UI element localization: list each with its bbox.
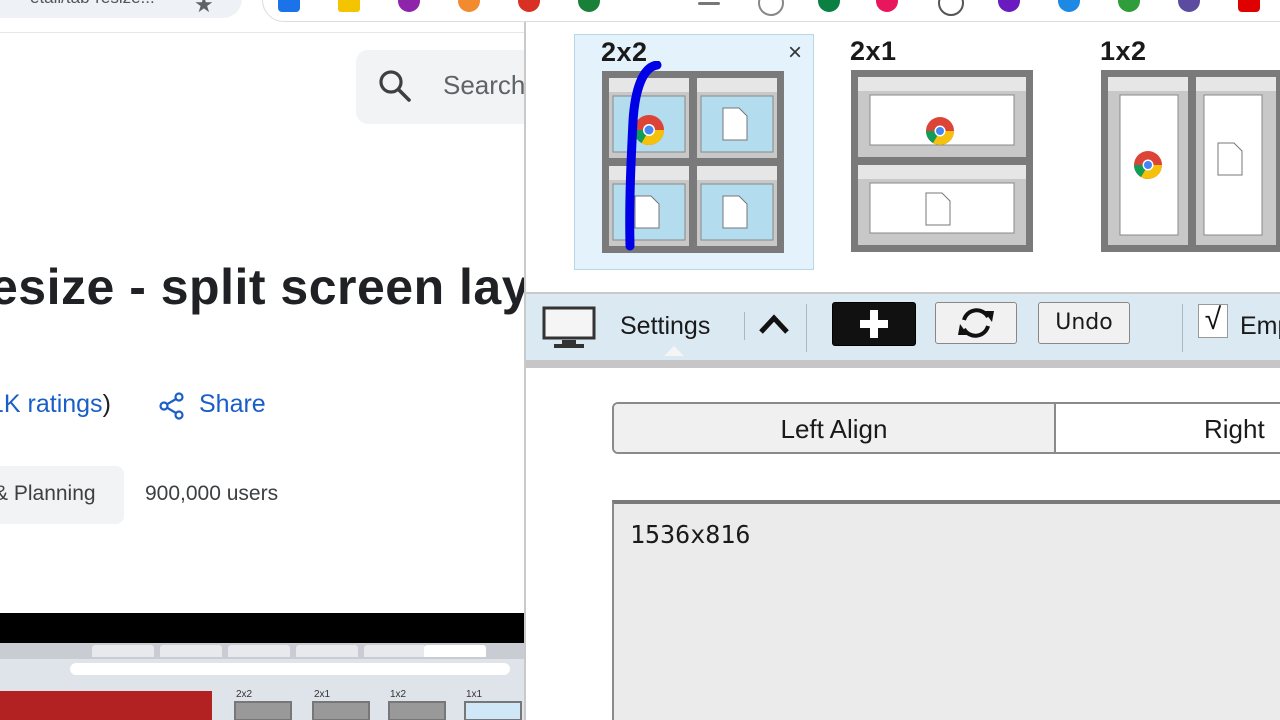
users-count: 900,000 users (145, 482, 279, 505)
layout-option-2x1[interactable]: 2x1 (824, 34, 1064, 270)
video-layout-tile (464, 701, 522, 720)
video-layout-tile (234, 701, 292, 720)
video-tab (364, 645, 426, 657)
video-tab (424, 645, 486, 657)
chrome-logo-icon (926, 117, 954, 145)
layout-label: 1x2 (1100, 36, 1147, 66)
share-icon[interactable] (158, 392, 186, 420)
empty-checkbox-label[interactable]: Emp (1240, 312, 1280, 341)
video-layout-label: 1x1 (466, 689, 483, 700)
video-tab (92, 645, 154, 657)
video-layout-label: 2x1 (314, 689, 331, 700)
divider (0, 32, 524, 33)
add-layout-button[interactable] (832, 302, 916, 346)
video-addressbar (70, 663, 510, 675)
video-frame: 2x2 2x1 1x2 1x1 (0, 643, 524, 720)
divider (806, 304, 807, 352)
refresh-icon (958, 308, 994, 338)
layout-label: 2x1 (850, 36, 897, 66)
layout-2x2-icon (602, 71, 784, 253)
extension-title: esize - split screen lay (0, 259, 531, 315)
video-tabstrip (0, 643, 524, 659)
search-icon[interactable] (378, 69, 412, 103)
refresh-button[interactable] (935, 302, 1017, 344)
empty-checkbox[interactable]: √ (1198, 304, 1228, 338)
extension-icon[interactable] (1238, 0, 1260, 12)
ratings-link[interactable]: 1K ratings) (0, 390, 111, 419)
popup-toolbar: Settings Undo √ Emp (526, 292, 1280, 362)
undo-button[interactable]: Undo (1038, 302, 1130, 344)
left-align-button[interactable]: Left Align (614, 404, 1056, 452)
video-tab (228, 645, 290, 657)
layout-option-2x2[interactable]: 2x2 × (574, 34, 814, 270)
search-input[interactable]: Search (443, 70, 525, 101)
left-align-label: Left Align (780, 414, 888, 444)
alignment-toggle: Left Align Right (612, 402, 1280, 454)
extension-icon[interactable] (278, 0, 300, 12)
layout-1x2-icon (1101, 70, 1280, 252)
chevron-up-icon[interactable] (758, 312, 790, 336)
plus-icon (860, 310, 888, 338)
extension-icon[interactable] (338, 0, 360, 12)
browser-toolbar: etail/tab-resize... ★ (0, 0, 1280, 22)
settings-button[interactable]: Settings (620, 312, 710, 341)
extension-icon[interactable] (698, 2, 720, 5)
video-tab (160, 645, 222, 657)
monitor-icon[interactable] (542, 306, 596, 350)
ratings-count[interactable]: 1K ratings (0, 390, 103, 418)
divider (744, 312, 745, 340)
chrome-logo-icon (1134, 151, 1162, 179)
chrome-logo-icon (634, 115, 664, 146)
layout-label: 2x2 (601, 37, 648, 67)
video-layout-tile (388, 701, 446, 720)
resolution-display: 1536x816 (612, 500, 1280, 720)
close-icon[interactable]: × (783, 41, 807, 65)
video-banner (0, 691, 212, 720)
right-align-button[interactable]: Right (1204, 414, 1265, 445)
video-layout-tile (312, 701, 370, 720)
divider (1182, 304, 1183, 352)
settings-pointer (664, 346, 684, 356)
toolbar-shadow (526, 360, 1280, 368)
tab-resize-popup: 2x2 × 2x1 1x2 Settings Undo √ Em Left Al… (524, 22, 1280, 720)
bookmark-star-icon[interactable]: ★ (194, 0, 214, 18)
share-button[interactable]: Share (199, 390, 266, 419)
category-label[interactable]: & Planning (0, 482, 96, 506)
video-tab (296, 645, 358, 657)
resolution-value: 1536x816 (630, 520, 751, 549)
video-thumbnail[interactable]: 2x2 2x1 1x2 1x1 (0, 613, 524, 720)
video-layout-label: 2x2 (236, 689, 253, 700)
ratings-paren: ) (102, 390, 111, 418)
address-url[interactable]: etail/tab-resize... (30, 0, 155, 8)
layout-2x1-icon (851, 70, 1033, 252)
video-layout-label: 1x2 (390, 689, 407, 700)
layout-option-1x2[interactable]: 1x2 (1074, 34, 1280, 270)
